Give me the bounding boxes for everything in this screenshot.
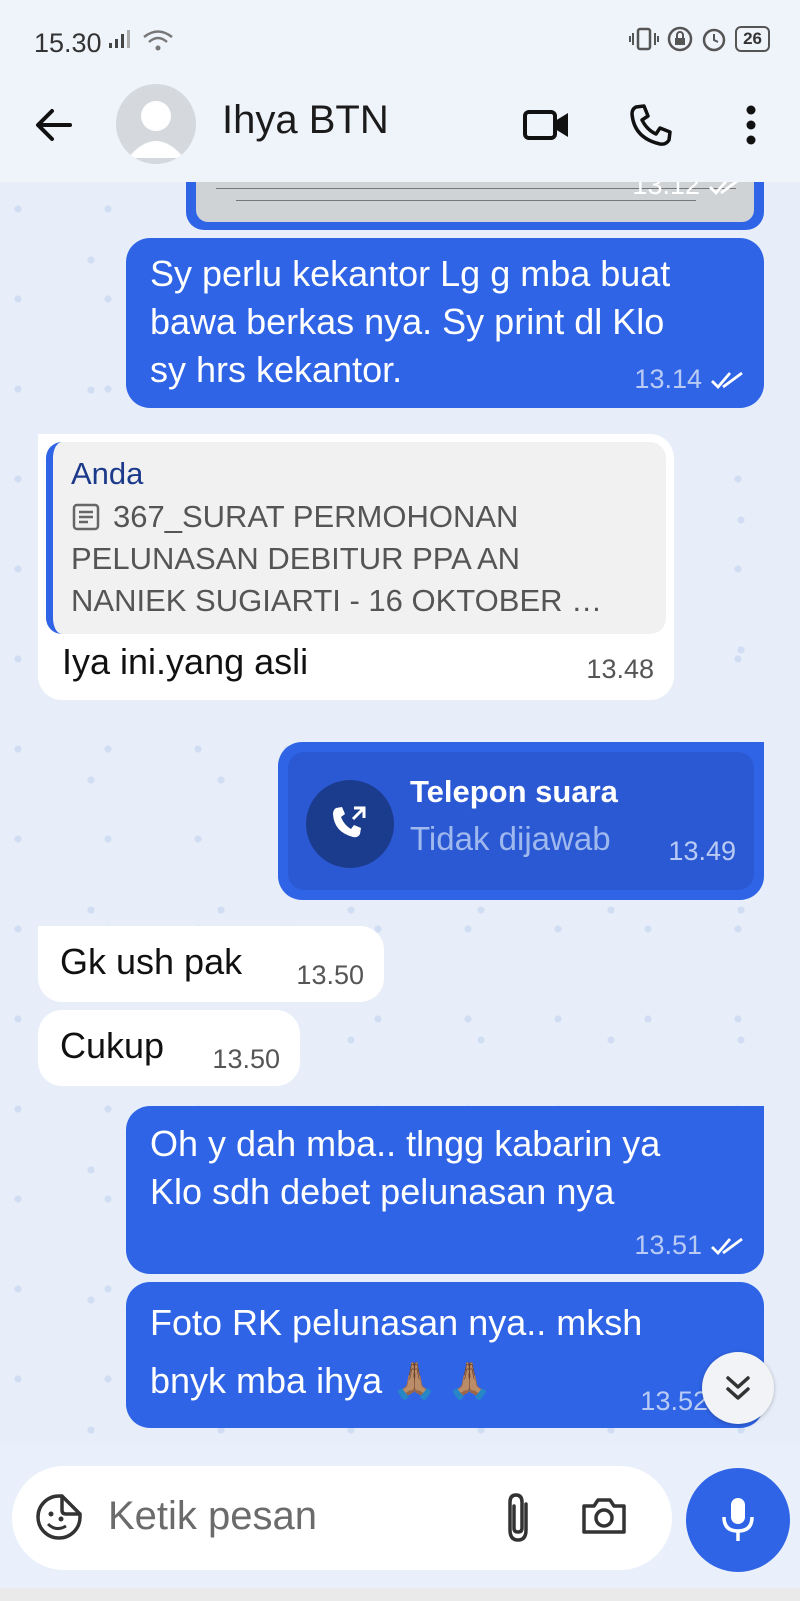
message-input[interactable]: Ketik pesan <box>108 1494 317 1539</box>
message-line: Sy perlu kekantor Lg g mba buat <box>150 253 671 294</box>
message-time: 13.52 <box>640 1386 708 1416</box>
camera-icon <box>582 1498 626 1534</box>
video-camera-icon <box>523 110 568 140</box>
message-meta: 13.50 <box>212 1044 280 1075</box>
alarm-icon <box>702 28 726 52</box>
message-time: 13.50 <box>296 960 364 990</box>
message-time: 13.51 <box>634 1230 702 1260</box>
message-text: Cukup <box>60 1025 165 1066</box>
message-time: 13.12 <box>632 182 700 200</box>
double-check-icon <box>711 1237 743 1255</box>
signal-icon <box>109 30 130 48</box>
paperclip-icon <box>508 1493 528 1542</box>
message-text: Sy perlu kekantor Lg g mba buat bawa ber… <box>150 250 670 394</box>
back-button[interactable] <box>30 100 80 150</box>
missed-outgoing-call-icon <box>333 806 366 838</box>
vibrate-icon <box>629 27 660 51</box>
quote-line: PELUNASAN DEBITUR PPA AN <box>71 541 521 576</box>
arrow-left-icon <box>36 109 72 141</box>
message-text: Foto RK pelunasan nya.. mksh bnyk mba ih… <box>150 1294 642 1410</box>
message-line: bawa berkas nya. Sy print dl Klo <box>150 301 665 342</box>
message-meta: 13.12 <box>632 182 742 201</box>
outgoing-message[interactable]: Foto RK pelunasan nya.. mksh bnyk mba ih… <box>126 1282 764 1428</box>
battery-level: 26 <box>735 26 770 52</box>
voice-message-button[interactable] <box>686 1468 790 1572</box>
more-options-button[interactable] <box>724 98 778 152</box>
status-bar: 15.30 26 <box>0 0 800 78</box>
voice-call-button[interactable] <box>624 98 678 152</box>
call-card[interactable]: Telepon suara Tidak dijawab 13.49 <box>288 752 754 890</box>
privacy-icon <box>667 26 693 52</box>
call-icon-circle <box>306 780 394 868</box>
status-time: 15.30 <box>34 28 102 58</box>
contact-name[interactable]: Ihya BTN <box>222 98 389 143</box>
person-icon <box>128 101 184 158</box>
message-line: bnyk mba ihya 🙏🏽 🙏🏽 <box>150 1360 492 1401</box>
message-line: Foto RK pelunasan nya.. mksh <box>150 1302 643 1343</box>
chat-header: Ihya BTN <box>0 78 800 182</box>
message-time: 13.50 <box>212 1044 280 1074</box>
message-text: Gk ush pak <box>60 941 243 982</box>
double-check-icon <box>709 182 738 195</box>
navigation-bar <box>0 1588 800 1601</box>
status-icons: 26 <box>629 26 770 52</box>
quote-line: NANIEK SUGIARTI - 16 OKTOBER … <box>71 583 603 618</box>
message-time: 13.14 <box>634 364 702 394</box>
incoming-message[interactable]: Cukup 13.50 <box>38 1010 300 1086</box>
message-meta: 13.50 <box>296 960 364 991</box>
document-icon <box>72 503 100 531</box>
call-status: Tidak dijawab <box>410 820 611 857</box>
quote-text: 367_SURAT PERMOHONAN PELUNASAN DEBITUR P… <box>71 496 648 622</box>
message-line: Oh y dah mba.. tlngg kabarin ya <box>150 1123 661 1164</box>
message-time: 13.48 <box>586 654 654 684</box>
more-vert-icon <box>746 105 756 145</box>
outgoing-message[interactable]: Oh y dah mba.. tlngg kabarin ya Klo sdh … <box>126 1106 764 1274</box>
quote-author: Anda <box>71 456 144 491</box>
message-text: Iya ini.yang asli <box>62 641 309 682</box>
call-title: Telepon suara <box>410 774 618 809</box>
composer: Ketik pesan <box>12 1466 672 1570</box>
video-call-button[interactable] <box>520 98 574 152</box>
sticker-icon <box>36 1494 82 1540</box>
call-message[interactable]: Telepon suara Tidak dijawab 13.49 <box>278 742 764 900</box>
message-meta: 13.49 <box>668 836 736 867</box>
message-time: 13.49 <box>668 836 736 866</box>
message-meta: 13.51 <box>634 1230 744 1261</box>
message-text: Oh y dah mba.. tlngg kabarin ya Klo sdh … <box>150 1120 660 1216</box>
wifi-icon <box>143 30 173 51</box>
message-meta: 13.52 <box>640 1386 708 1417</box>
incoming-message[interactable]: Anda 367_SURAT PERMOHONAN PELUNASAN DEBI… <box>38 434 674 700</box>
image-message[interactable]: 13.12 <box>186 182 764 230</box>
attach-button[interactable] <box>500 1490 540 1549</box>
double-chevron-down-icon <box>726 1376 750 1400</box>
avatar[interactable] <box>116 84 196 164</box>
quote-line: 367_SURAT PERMOHONAN <box>113 499 519 534</box>
outgoing-message[interactable]: Sy perlu kekantor Lg g mba buat bawa ber… <box>126 238 764 408</box>
message-list[interactable]: 13.12 Sy perlu kekantor Lg g mba buat ba… <box>0 182 800 1444</box>
message-meta: 13.14 <box>634 364 744 395</box>
quoted-message[interactable]: Anda 367_SURAT PERMOHONAN PELUNASAN DEBI… <box>46 442 666 634</box>
camera-button[interactable] <box>580 1492 628 1545</box>
incoming-message[interactable]: Gk ush pak 13.50 <box>38 926 384 1002</box>
sticker-button[interactable] <box>34 1492 84 1547</box>
double-check-icon <box>711 371 743 389</box>
message-meta: 13.48 <box>586 654 654 685</box>
message-line: Klo sdh debet pelunasan nya <box>150 1171 615 1212</box>
microphone-icon <box>722 1498 754 1541</box>
scroll-to-bottom-button[interactable] <box>702 1352 774 1424</box>
phone-icon <box>630 104 672 146</box>
message-line: sy hrs kekantor. <box>150 349 403 390</box>
